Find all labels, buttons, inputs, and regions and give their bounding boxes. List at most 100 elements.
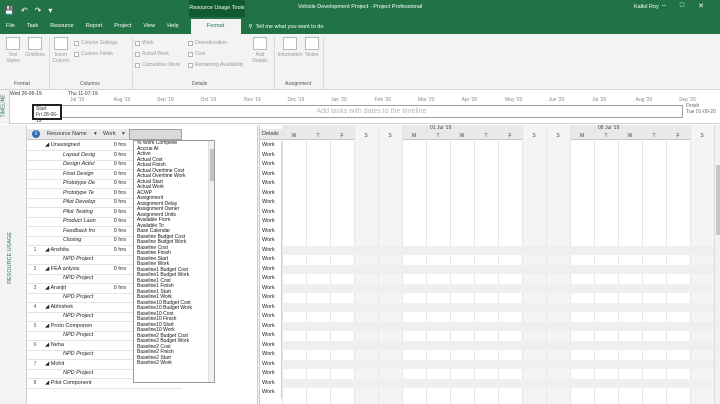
group-label-details: Details xyxy=(192,81,208,87)
text-styles-button[interactable]: Text Styles xyxy=(3,37,23,64)
detail-cell: Work xyxy=(260,312,282,322)
field-name-option[interactable]: Baseline2 Work xyxy=(134,360,214,367)
tab-report[interactable]: Report xyxy=(80,19,109,34)
timescale-day-label: S xyxy=(532,133,536,139)
timescale-day-label: S xyxy=(388,133,392,139)
custom-fields-button[interactable]: Custom Fields xyxy=(74,51,113,57)
view-bar: RESOURCE USAGE xyxy=(0,125,27,404)
tab-file[interactable]: File xyxy=(0,19,21,34)
document-title: Vehicle Development Project - Project Pr… xyxy=(298,4,423,10)
detail-cell: Work xyxy=(260,236,282,246)
detail-cell: Work xyxy=(260,217,282,227)
detail-cell: Work xyxy=(260,207,282,217)
detail-cell: Work xyxy=(260,255,282,265)
insert-column-button[interactable]: Insert Column xyxy=(50,37,72,64)
detail-cell: Work xyxy=(260,321,282,331)
finish-date: Tue 01-09-20 xyxy=(686,109,716,115)
timeline[interactable]: Wed 26-06-19 Thu 11-07-19 Jul '19 Aug '19… xyxy=(10,90,720,124)
group-label-format: Format xyxy=(14,81,30,87)
timeline-month-label: Sep '19 xyxy=(157,97,174,103)
actual-work-checkbox[interactable]: Actual Work xyxy=(135,51,169,57)
group-label-assignment: Assignment xyxy=(285,81,312,87)
information-icon xyxy=(283,37,297,50)
minimize-button[interactable]: – xyxy=(662,2,666,10)
vertical-scrollbar[interactable] xyxy=(714,125,720,404)
tab-project[interactable]: Project xyxy=(108,19,137,34)
tab-help[interactable]: Help xyxy=(161,19,184,34)
close-button[interactable]: ✕ xyxy=(698,2,704,10)
tab-resource[interactable]: Resource xyxy=(44,19,80,34)
tab-task[interactable]: Task xyxy=(21,19,44,34)
field-name-dropdown[interactable]: % Work Complete Accrue At Active Actual Cos… xyxy=(133,140,215,383)
cumulative-work-checkbox[interactable]: Cumulative Work xyxy=(135,62,180,68)
timeline-bar[interactable]: Add tasks with dates to the timeline xyxy=(60,105,683,118)
text-styles-icon xyxy=(6,37,20,50)
detail-cell: Work xyxy=(260,302,282,312)
timeline-side-label: TIMELINE xyxy=(0,90,10,124)
detail-cell: Work xyxy=(260,388,282,398)
col-work-filter-icon[interactable]: ▾ xyxy=(122,129,128,140)
checkbox-icon xyxy=(135,40,140,46)
timeline-month-label: Jul '20 xyxy=(592,97,607,103)
detail-cell: Work xyxy=(260,340,282,350)
maximize-button[interactable]: □ xyxy=(680,2,684,10)
ribbon: Text Styles Gridlines Insert Column Colu… xyxy=(0,34,720,90)
overallocation-checkbox[interactable]: Overallocation xyxy=(188,40,227,46)
detail-cell: Work xyxy=(260,226,282,236)
group-separator xyxy=(323,37,324,89)
remaining-availability-checkbox[interactable]: Remaining Availability xyxy=(188,62,244,68)
info-icon[interactable]: i xyxy=(32,130,40,138)
detail-cell: Work xyxy=(260,150,282,160)
checkbox-icon xyxy=(188,62,193,68)
tab-format[interactable]: Format xyxy=(190,19,241,34)
quick-access-toolbar: 💾 ↶ ↷ ▾ xyxy=(4,4,52,16)
row-divider xyxy=(27,387,182,389)
dropdown-scroll-thumb[interactable] xyxy=(210,149,214,181)
checkbox-icon xyxy=(188,40,193,46)
timeline-month-label: Aug '20 xyxy=(635,97,653,103)
timescale-day-label: S xyxy=(364,133,368,139)
add-details-button[interactable]: Add Details xyxy=(250,37,270,64)
dropdown-scrollbar[interactable] xyxy=(208,141,214,382)
detail-cell: Work xyxy=(260,293,282,303)
detail-cell: Work xyxy=(260,359,282,369)
detail-cell: Work xyxy=(260,274,282,284)
timeline-month-label: Jul '19 xyxy=(70,97,85,103)
col-resource-name[interactable]: Resource Name xyxy=(45,129,100,140)
notes-icon xyxy=(305,37,319,50)
timescale-day-label: T xyxy=(652,133,656,139)
undo-icon[interactable]: ↶ xyxy=(21,6,28,15)
timeline-month-label: Aug '19 xyxy=(113,97,131,103)
col-name-filter-icon[interactable]: ▾ xyxy=(94,129,100,140)
new-column-header[interactable] xyxy=(129,129,182,140)
timescale-day-label: T xyxy=(484,133,488,139)
timeline-month-label: Apr '20 xyxy=(461,97,478,103)
add-details-icon xyxy=(253,37,267,50)
col-details: Details xyxy=(260,129,282,140)
timeline-month-label: Oct '19 xyxy=(200,97,217,103)
dropdown-icon[interactable]: ▾ xyxy=(48,6,52,15)
vertical-scroll-thumb[interactable] xyxy=(716,165,720,235)
timescale-summary-row xyxy=(282,264,714,274)
timescale-week-label: 01 Jul '19 xyxy=(430,125,452,131)
tell-me-box[interactable]: ⚲ Tell me what you want to do xyxy=(249,24,324,30)
save-icon[interactable]: 💾 xyxy=(4,6,14,15)
timeline-month-label: Mar '20 xyxy=(418,97,435,103)
context-tab-label: Resource Usage Tools xyxy=(189,0,245,17)
cost-checkbox[interactable]: Cost xyxy=(188,51,205,57)
detail-cell: Work xyxy=(260,160,282,170)
column-settings-button[interactable]: Column Settings xyxy=(74,40,118,46)
tab-view[interactable]: View xyxy=(137,19,161,34)
gridlines-button[interactable]: Gridlines xyxy=(24,37,46,58)
detail-cell: Work xyxy=(260,188,282,198)
work-checkbox[interactable]: Work xyxy=(135,40,154,46)
redo-icon[interactable]: ↷ xyxy=(35,6,42,15)
timescale-grid[interactable]: W T F S S M T W T F S S M T W T F S 01 Jul '19 08 Jul '19 xyxy=(282,125,714,404)
information-button[interactable]: Information xyxy=(277,37,303,58)
field-name-list: % Work Complete Accrue At Active Actual Cos… xyxy=(134,141,214,367)
timeline-month-label: Feb '20 xyxy=(374,97,392,103)
user-name[interactable]: Kallol Roy xyxy=(634,4,659,10)
notes-button[interactable]: Notes xyxy=(304,37,320,58)
timescale-day-label: T xyxy=(316,133,320,139)
timeline-month-label: Dec '19 xyxy=(287,97,305,103)
